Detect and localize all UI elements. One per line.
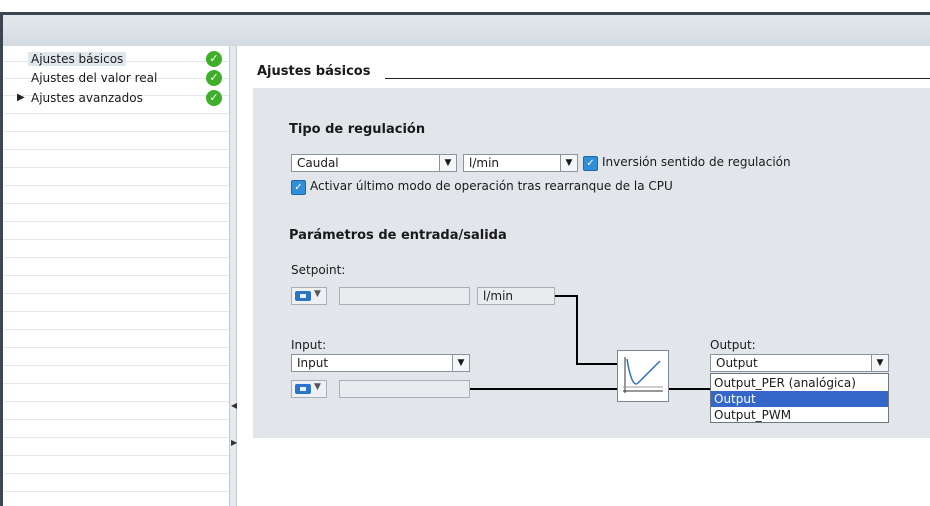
section-divider [385,78,930,79]
nav-row-divider [3,242,229,258]
editor-title-bar [0,12,930,46]
output-option-label: Output_PER (analógica) [714,376,856,390]
setpoint-wire [555,295,577,297]
output-option-label: Output [714,392,756,406]
nav-row-divider [3,368,229,384]
nav-row-divider [3,278,229,294]
check-ok-icon: ✓ [206,70,222,86]
input-label: Input: [291,338,327,352]
input-wire [470,388,618,390]
settings-panel: Tipo de regulación Caudal ▼ l/min ▼ ✓ In… [253,88,930,438]
nav-item-label: Ajustes básicos [28,52,127,66]
pid-response-icon [623,357,663,393]
chevron-down-icon[interactable]: ▼ [560,155,577,171]
output-dropdown-list: Output_PER (analógica) Output Output_PWM [710,373,889,423]
nav-row-divider [3,296,229,312]
control-type-heading: Tipo de regulación [289,122,426,137]
nav-item-label: Ajustes del valor real [31,71,158,85]
nav-row-divider [3,332,229,348]
control-type-select[interactable]: Caudal ▼ [291,154,457,172]
invert-direction-checkbox[interactable]: ✓ [583,156,598,171]
nav-row-divider [3,350,229,366]
nav-row-divider [3,170,229,186]
output-select[interactable]: Output ▼ [710,354,889,372]
nav-row-divider [3,314,229,330]
output-wire [669,388,711,390]
output-option-label: Output_PWM [714,408,792,422]
connector-icon [295,384,311,394]
settings-navigation: Ajustes básicos ✓ Ajustes del valor real… [3,46,229,506]
nav-row-divider [3,134,229,150]
io-parameters-heading: Parámetros de entrada/salida [289,228,507,243]
nav-row-divider [3,116,229,132]
chevron-down-icon: ▼ [314,289,321,299]
check-ok-icon: ✓ [206,51,222,67]
nav-row-divider [3,260,229,276]
setpoint-unit-field: l/min [477,287,555,305]
nav-row-divider [3,386,229,402]
settings-content: Ajustes básicos Tipo de regulación Cauda… [237,46,930,506]
output-select-value: Output [716,356,758,370]
control-type-value: Caudal [297,156,339,170]
input-field[interactable] [339,380,470,398]
unit-select[interactable]: l/min ▼ [463,154,578,172]
panel-splitter[interactable]: ◀ ▶ [229,46,237,506]
setpoint-unit: l/min [483,289,514,303]
output-label: Output: [710,338,756,352]
input-select[interactable]: Input ▼ [291,354,470,372]
invert-direction-label: Inversión sentido de regulación [602,155,791,169]
nav-row-divider [3,188,229,204]
nav-row-divider [3,440,229,456]
input-select-value: Input [297,356,329,370]
restart-mode-label: Activar último modo de operación tras re… [310,179,673,193]
nav-item-label: Ajustes avanzados [31,91,143,105]
restart-mode-checkbox[interactable]: ✓ [291,180,306,195]
chevron-down-icon[interactable]: ▼ [871,355,888,371]
nav-row-divider [3,476,229,492]
nav-row-divider [3,404,229,420]
output-option[interactable]: Output_PWM [711,407,888,423]
setpoint-field[interactable] [339,287,470,305]
setpoint-wire [576,295,578,365]
check-ok-icon: ✓ [206,90,222,106]
setpoint-interconnection-button[interactable]: ▼ [291,287,327,305]
nav-item-ajustes-basicos[interactable]: Ajustes básicos ✓ [3,50,229,70]
output-option[interactable]: Output_PER (analógica) [711,375,888,391]
top-margin [0,0,930,12]
connector-icon [295,291,311,301]
unit-value: l/min [469,156,500,170]
nav-row-divider [3,422,229,438]
nav-row-divider [3,152,229,168]
output-option-highlighted[interactable]: Output [711,391,888,407]
expand-arrow-icon[interactable]: ▶ [17,92,25,103]
setpoint-wire [576,363,618,365]
chevron-down-icon[interactable]: ▼ [439,155,456,171]
nav-item-ajustes-valor-real[interactable]: Ajustes del valor real ✓ [3,69,229,89]
nav-row-divider [3,458,229,474]
chevron-down-icon: ▼ [314,382,321,392]
setpoint-label: Setpoint: [291,263,346,277]
pid-controller-block [617,350,669,402]
nav-row-divider [3,224,229,240]
nav-item-ajustes-avanzados[interactable]: ▶ Ajustes avanzados ✓ [3,89,229,109]
section-title: Ajustes básicos [257,64,371,79]
input-interconnection-button[interactable]: ▼ [291,380,327,398]
chevron-down-icon[interactable]: ▼ [452,355,469,371]
nav-row-divider [3,206,229,222]
